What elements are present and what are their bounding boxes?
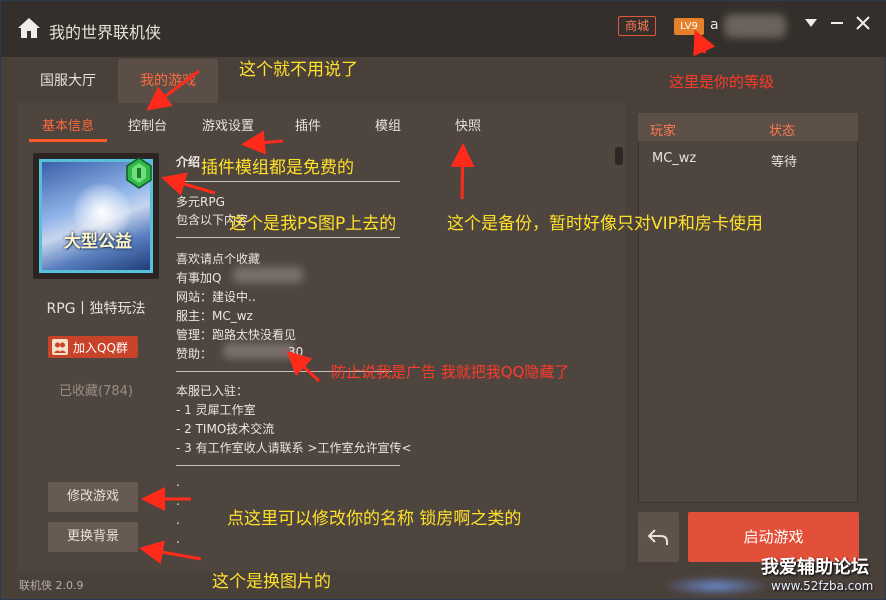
divider [176, 237, 400, 238]
join-qq-group-label: 加入QQ群 [73, 341, 128, 355]
favorites-count[interactable]: 已收藏(784) [17, 380, 175, 399]
app-title: 我的世界联机侠 [49, 23, 162, 42]
annotation-hidden-qq: 防止说我是广告 我就把我QQ隐藏了 [331, 363, 570, 381]
sponsor-redaction [223, 343, 295, 359]
app-window: 我的世界联机侠 商城 LV9 a 国服大厅 我的游戏 基本信息 控制台 游戏设置… [0, 0, 886, 600]
description-line: - 3 有工作室收人请联系 >工作室允许宣传< [176, 441, 412, 455]
home-icon[interactable] [17, 17, 41, 39]
player-column-header: 玩家 [650, 124, 677, 139]
subtab-basic-info[interactable]: 基本信息 [42, 115, 94, 137]
change-background-button[interactable]: 更换背景 [48, 522, 138, 552]
description-line: 喜欢请点个收藏 [176, 252, 261, 266]
join-qq-group-button[interactable]: 加入QQ群 [48, 336, 138, 358]
description-line: 多元RPG [176, 195, 225, 209]
divider [176, 465, 400, 466]
description-line: 赞助： [176, 347, 213, 361]
username[interactable]: a [710, 17, 719, 33]
description-line: 网站：建设中.. [176, 290, 256, 304]
tab-my-games[interactable]: 我的游戏 [118, 59, 218, 103]
player-list-panel [638, 113, 858, 503]
subtab-snapshots[interactable]: 快照 [455, 115, 481, 137]
annotation-ps: 这个是我PS图P上去的 [229, 214, 397, 234]
subtab-active-indicator [29, 139, 107, 142]
sponsor-tail: 30 [288, 345, 304, 359]
close-icon[interactable] [853, 13, 873, 33]
annotation-free: 插件模组都是免费的 [201, 158, 354, 178]
description-line: 服主：MC_wz [176, 309, 253, 323]
annotation-backup: 这个是备份，暂时好像只对VIP和房卡使用 [447, 214, 763, 234]
annotation-no-need: 这个就不用说了 [239, 60, 358, 80]
undo-arrow-icon [647, 529, 668, 545]
subtab-plugins[interactable]: 插件 [295, 115, 321, 137]
description-line: - 1 灵犀工作室 [176, 403, 256, 417]
annotation-background: 这个是换图片的 [212, 572, 331, 592]
subtab-console[interactable]: 控制台 [128, 115, 167, 137]
username-redaction [724, 14, 786, 38]
player-status: 等待 [771, 155, 798, 170]
description-line: . [176, 494, 180, 508]
description-title: 介绍 [176, 155, 201, 169]
description-line: . [176, 513, 180, 527]
description-line: . [176, 532, 180, 546]
description-line: 本服已入驻： [176, 384, 249, 398]
level-badge: LV9 [674, 18, 704, 35]
watermark-text: 我爱辅助论坛 [761, 557, 869, 578]
watermark-url: www.52fzba.com [771, 579, 874, 593]
dropdown-menu-icon[interactable] [801, 13, 821, 33]
description-scrollbar[interactable] [615, 147, 623, 165]
edit-game-button[interactable]: 修改游戏 [48, 482, 138, 512]
qq-group-icon [52, 339, 68, 355]
subtab-mods[interactable]: 模组 [375, 115, 401, 137]
watermark-decoration [661, 576, 771, 596]
description-line: 管理：跑路太快没看见 [176, 328, 297, 342]
status-column-header: 状态 [769, 124, 796, 139]
back-button[interactable] [638, 512, 679, 562]
description-line: 有事加Q [176, 271, 222, 285]
emerald-gem-icon [126, 157, 152, 189]
player-name[interactable]: MC_wz [652, 151, 696, 166]
description-line: - 2 TIMO技术交流 [176, 422, 275, 436]
qq-number-redaction [233, 267, 303, 283]
annotation-level: 这里是你的等级 [669, 73, 775, 91]
minimize-icon[interactable] [827, 13, 847, 33]
annotation-rename: 点这里可以修改你的名称 锁房啊之类的 [227, 509, 522, 529]
app-version: 联机侠 2.0.9 [19, 579, 84, 592]
avatar-caption: 大型公益 [64, 232, 132, 252]
tab-lobby[interactable]: 国服大厅 [21, 59, 115, 103]
server-tag: RPG丨独特玩法 [46, 301, 146, 317]
shop-button[interactable]: 商城 [618, 16, 656, 36]
subtab-game-settings[interactable]: 游戏设置 [202, 115, 254, 137]
divider [176, 181, 400, 182]
description-line: . [176, 475, 180, 489]
